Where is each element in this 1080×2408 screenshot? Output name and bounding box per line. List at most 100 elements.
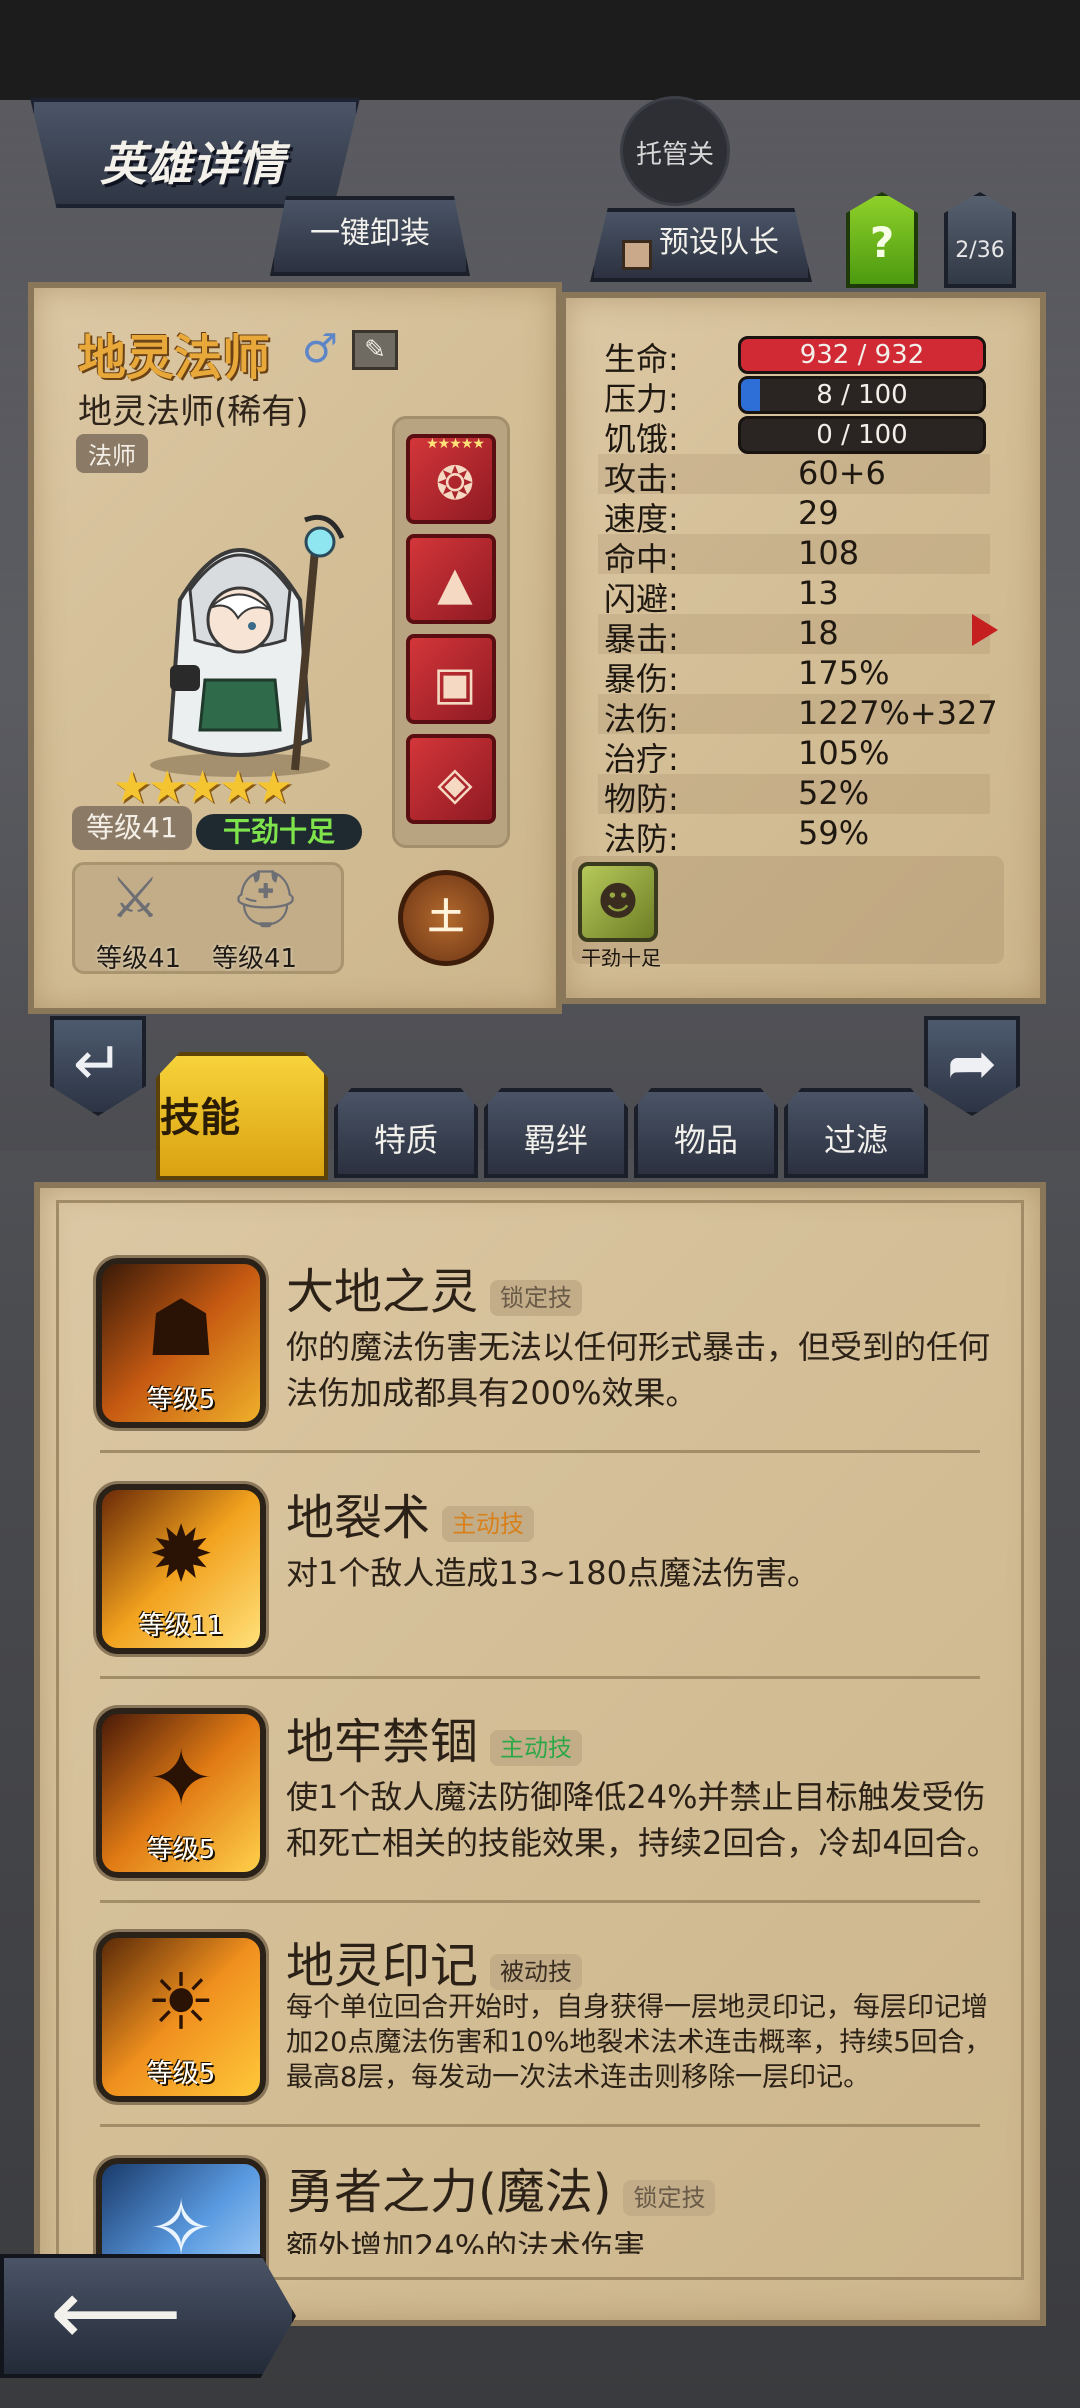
hero-portrait [150, 514, 345, 777]
unequip-all-button[interactable]: 一键卸装 [270, 196, 470, 276]
mood-status: 干劲十足 [196, 814, 362, 850]
stat-row: 速度: 29 [598, 494, 990, 538]
mood-trait-icon[interactable]: ☻ [578, 862, 658, 942]
stat-value: 52% [798, 774, 870, 812]
skill-name-row: 大地之灵 锁定技 [286, 1252, 583, 1322]
skill-type-tag: 锁定技 [623, 2179, 716, 2216]
skill-name: 大地之灵 [286, 1264, 479, 1320]
hunger-bar: 0 / 100 [738, 416, 986, 454]
stat-value: 18 [798, 614, 839, 652]
skill-glyph: ✦ [148, 1734, 214, 1824]
skill-divider [100, 1450, 980, 1453]
skill-description: 使1个敌人魔法防御降低24%并禁止目标触发受伤和死亡相关的技能效果，持续2回合，… [286, 1778, 999, 1862]
preset-leader-checkbox[interactable] [622, 240, 652, 270]
back-button[interactable]: ⟵ [0, 2254, 296, 2378]
equip-slot-accessory-1[interactable]: ★★★★★ ❂ [406, 434, 496, 524]
equip-slot-book[interactable]: ▣ [406, 634, 496, 724]
stat-row: 闪避: 13 [598, 574, 990, 618]
stat-value: 175% [798, 654, 890, 692]
spellbook-icon: ▣ [433, 656, 477, 710]
equip-slot-hat[interactable]: ▲ [406, 534, 496, 624]
skill-name-row: 地牢禁锢 主动技 [286, 1702, 583, 1772]
trait-label: 干劲十足 [581, 946, 661, 970]
skill-description: 额外增加24%的法术伤害 [286, 2228, 646, 2254]
stat-stress: 压力: 8 / 100 [598, 374, 990, 418]
stat-row: 治疗: 105% [598, 734, 990, 778]
skill-type-tag: 主动技 [442, 1505, 535, 1542]
stat-value: 108 [798, 534, 860, 572]
skill-type-tag: 被动技 [490, 1953, 583, 1990]
stat-label: 法防: [604, 820, 679, 858]
weapon-level: 等级41 [96, 944, 182, 974]
skill-name: 地牢禁锢 [286, 1714, 479, 1770]
stat-row: 法防: 59% [598, 814, 990, 858]
skill-name-row: 地灵印记 被动技 [286, 1926, 583, 1996]
equip-slot-amulet[interactable]: ◈ [406, 734, 496, 824]
stat-row: 物防: 52% [598, 774, 990, 818]
hero-subtitle: 地灵法师(稀有) [78, 392, 309, 432]
skill-level: 等级5 [146, 1835, 216, 1865]
skill-divider [100, 2124, 980, 2127]
stat-value: 105% [798, 734, 890, 772]
skill-name: 地灵印记 [286, 1938, 479, 1994]
mark-icon[interactable]: ☀ 等级5 [96, 1932, 266, 2102]
skill-level: 等级5 [146, 1385, 216, 1415]
skill-description: 你的魔法伤害无法以任何形式暴击，但受到的任何法伤加成都具有200%效果。 [286, 1328, 991, 1412]
stat-value: 13 [798, 574, 839, 612]
skill-description: 对1个敌人造成13~180点魔法伤害。 [286, 1554, 819, 1592]
amulet-icon: ◈ [437, 756, 473, 810]
tab-traits[interactable]: 特质 [334, 1088, 478, 1178]
stat-row: 命中: 108 [598, 534, 990, 578]
stat-value: 59% [798, 814, 870, 852]
page-title: 英雄详情 [100, 137, 284, 191]
skill-glyph: ☗ [146, 1284, 216, 1374]
skill-divider [100, 1676, 980, 1679]
stress-bar-fill [741, 379, 761, 411]
expand-stats-arrow-icon[interactable] [972, 614, 998, 646]
stat-row: 攻击: 60+6 [598, 454, 990, 498]
help-icon[interactable]: ? [846, 218, 918, 267]
hero-name: 地灵法师 [78, 330, 271, 386]
stat-hunger: 饥饿: 0 / 100 [598, 414, 990, 458]
helmet-icon[interactable]: ⛑ [230, 866, 301, 932]
edit-name-icon[interactable]: ✎ [352, 330, 398, 370]
stat-row: 暴击: 18 [598, 614, 990, 658]
skill-glyph: ✹ [148, 1510, 214, 1600]
stat-value: 1227%+327 [798, 694, 998, 732]
hp-bar: 932 / 932 [738, 336, 986, 374]
back-arrow-icon[interactable]: ⟵ [50, 2259, 182, 2366]
element-earth-icon[interactable]: 土 [398, 870, 494, 966]
stat-row: 暴伤: 175% [598, 654, 990, 698]
skill-name: 地裂术 [286, 1490, 431, 1546]
tab-filter[interactable]: 过滤 [784, 1088, 928, 1178]
tab-skills[interactable]: 技能 [156, 1052, 328, 1180]
stat-value: 60+6 [798, 454, 886, 492]
weapon-icon[interactable]: ⚔ [110, 866, 160, 931]
skill-type-tag: 主动技 [490, 1729, 583, 1766]
skill-name-row: 勇者之力(魔法) 锁定技 [286, 2152, 716, 2222]
male-icon: ♂ [302, 326, 338, 372]
class-badge: 法师 [76, 434, 148, 473]
status-bar-area [0, 0, 1080, 100]
earth-burst-icon[interactable]: ✹ 等级11 [96, 1484, 266, 1654]
tab-items[interactable]: 物品 [634, 1088, 778, 1178]
imprison-icon[interactable]: ✦ 等级5 [96, 1708, 266, 1878]
stress-bar: 8 / 100 [738, 376, 986, 414]
skill-description: 每个单位回合开始时，自身获得一层地灵印记，每层印记增加20点魔法伤害和10%地裂… [286, 1992, 992, 2093]
skill-glyph: ☀ [146, 1958, 216, 2048]
tab-bonds[interactable]: 羁绊 [484, 1088, 628, 1178]
skill-name: 勇者之力(魔法) [286, 2164, 612, 2220]
skill-divider [100, 1900, 980, 1903]
hero-level: 等级41 [72, 806, 192, 850]
armor-level: 等级41 [212, 944, 298, 974]
stat-value: 29 [798, 494, 839, 532]
stat-hp: 生命: 932 / 932 [598, 334, 990, 378]
skill-level: 等级11 [138, 1611, 224, 1641]
stat-row: 法伤: 1227%+327 [598, 694, 998, 738]
skill-name-row: 地裂术 主动技 [286, 1478, 535, 1548]
spirit-mask-icon[interactable]: ☗ 等级5 [96, 1258, 266, 1428]
wizard-hat-icon: ▲ [437, 556, 473, 610]
slot-stars: ★★★★★ [426, 436, 485, 452]
auto-battle-label[interactable]: 托管关 [630, 134, 720, 171]
hero-count: 2/36 [955, 238, 1005, 263]
